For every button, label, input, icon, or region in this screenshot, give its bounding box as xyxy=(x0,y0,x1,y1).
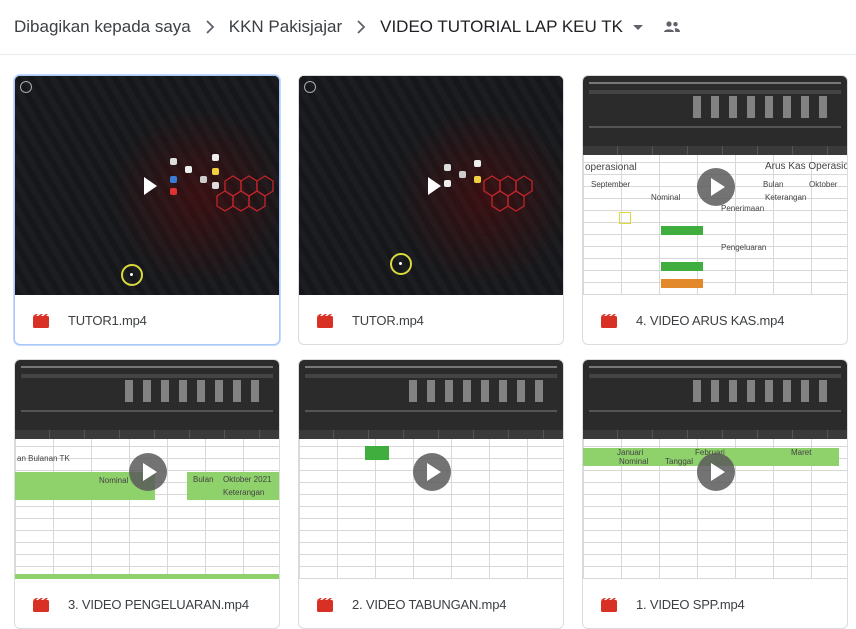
play-button-icon xyxy=(697,453,735,491)
file-card-pengeluaran[interactable]: an Bulanan TK Nominal Bulan Oktober 2021… xyxy=(14,359,280,629)
file-name: 4. VIDEO ARUS KAS.mp4 xyxy=(636,313,785,328)
video-file-icon xyxy=(33,313,49,328)
desktop-icon xyxy=(170,158,177,165)
breadcrumb-shared-with-me[interactable]: Dibagikan kepada saya xyxy=(14,17,191,37)
excel-ribbon xyxy=(299,360,563,430)
file-caption: 3. VIDEO PENGELUARAN.mp4 xyxy=(15,579,279,628)
video-file-icon xyxy=(317,597,333,612)
sheet-text: September xyxy=(591,180,631,189)
sheet-text: Oktober 2021 xyxy=(223,475,272,484)
sheet-text: Keterangan xyxy=(223,488,265,497)
video-file-icon xyxy=(317,313,333,328)
file-caption: 4. VIDEO ARUS KAS.mp4 xyxy=(583,295,847,344)
sheet-title-text: Arus Kas Operasional xyxy=(765,161,847,172)
video-file-icon xyxy=(601,313,617,328)
sheet-text: Nominal xyxy=(99,476,129,485)
video-file-icon xyxy=(33,597,49,612)
sheet-text: Penerimaan xyxy=(721,204,765,213)
excel-ribbon xyxy=(583,76,847,146)
desktop-icon xyxy=(170,188,177,195)
sheet-text: Keterangan xyxy=(765,193,807,202)
desktop-icon xyxy=(200,176,207,183)
chevron-right-icon xyxy=(205,20,215,34)
file-name: 2. VIDEO TABUNGAN.mp4 xyxy=(352,597,507,612)
play-button-icon xyxy=(129,453,167,491)
sheet-text: Maret xyxy=(791,448,812,457)
video-thumbnail xyxy=(299,76,563,295)
sheet-fill xyxy=(661,279,703,288)
video-thumbnail xyxy=(15,76,279,295)
sheet-fill xyxy=(661,226,703,235)
excel-ribbon xyxy=(583,360,847,430)
play-icon xyxy=(428,177,441,195)
desktop-icon xyxy=(170,176,177,183)
file-caption: TUTOR1.mp4 xyxy=(15,295,279,344)
sheet-text: Bulan xyxy=(193,475,214,484)
file-card-spp[interactable]: Januari Februari Maret Nominal Tanggal 1… xyxy=(582,359,848,629)
breadcrumb: Dibagikan kepada saya KKN Pakisjajar VID… xyxy=(0,0,856,54)
file-caption: TUTOR.mp4 xyxy=(299,295,563,344)
sheet-text: operasional xyxy=(585,162,637,173)
desktop-icon xyxy=(185,166,192,173)
desktop-icon xyxy=(444,180,451,187)
sheet-text: Oktober xyxy=(809,180,838,189)
header-divider xyxy=(0,54,856,55)
app-logo-icon xyxy=(20,81,32,93)
folder-menu-dropdown-icon[interactable] xyxy=(632,24,643,30)
video-file-icon xyxy=(601,597,617,612)
sheet-text: Pengeluaran xyxy=(721,243,767,252)
spreadsheet-thumbnail: an Bulanan TK Nominal Bulan Oktober 2021… xyxy=(15,360,279,579)
cursor-highlight-icon xyxy=(121,264,143,286)
red-hexagon-pattern xyxy=(483,175,533,212)
play-button-icon xyxy=(413,453,451,491)
sheet-text: Nominal xyxy=(651,193,681,202)
sheet-text: Bulan xyxy=(763,180,784,189)
file-caption: 2. VIDEO TABUNGAN.mp4 xyxy=(299,579,563,628)
file-card-arus-kas[interactable]: Arus Kas Operasional operasional Septemb… xyxy=(582,75,848,345)
file-card-tutor[interactable]: TUTOR.mp4 xyxy=(298,75,564,345)
play-button-icon xyxy=(697,168,735,206)
sheet-text: Tanggal xyxy=(665,457,694,466)
sheet-fill xyxy=(365,446,389,460)
file-caption: 1. VIDEO SPP.mp4 xyxy=(583,579,847,628)
spreadsheet-thumbnail: Arus Kas Operasional operasional Septemb… xyxy=(583,76,847,295)
file-name: 3. VIDEO PENGELUARAN.mp4 xyxy=(68,597,249,612)
file-card-tabungan[interactable]: 2. VIDEO TABUNGAN.mp4 xyxy=(298,359,564,629)
red-hexagon-pattern xyxy=(216,175,274,212)
play-icon xyxy=(144,177,157,195)
cursor-highlight-icon xyxy=(390,253,412,275)
file-name: TUTOR.mp4 xyxy=(352,313,424,328)
sheet-text: Januari xyxy=(617,448,644,457)
file-card-tutor1[interactable]: TUTOR1.mp4 xyxy=(14,75,280,345)
excel-ribbon xyxy=(15,360,279,430)
breadcrumb-kkn-pakisjajar[interactable]: KKN Pakisjajar xyxy=(229,17,342,37)
cursor-highlight-icon xyxy=(619,212,631,224)
sheet-fill xyxy=(661,262,703,271)
breadcrumb-current-folder[interactable]: VIDEO TUTORIAL LAP KEU TK xyxy=(380,17,623,37)
sheet-text: an Bulanan TK xyxy=(17,454,70,463)
spreadsheet-thumbnail xyxy=(299,360,563,579)
chevron-right-icon xyxy=(356,20,366,34)
app-logo-icon xyxy=(304,81,316,93)
desktop-icon xyxy=(444,164,451,171)
spreadsheet-thumbnail: Januari Februari Maret Nominal Tanggal xyxy=(583,360,847,579)
desktop-icon xyxy=(212,154,219,161)
file-name: 1. VIDEO SPP.mp4 xyxy=(636,597,745,612)
sheet-text: Nominal xyxy=(619,457,649,466)
shared-people-icon[interactable] xyxy=(663,20,681,34)
desktop-icon xyxy=(459,171,466,178)
file-name: TUTOR1.mp4 xyxy=(68,313,147,328)
